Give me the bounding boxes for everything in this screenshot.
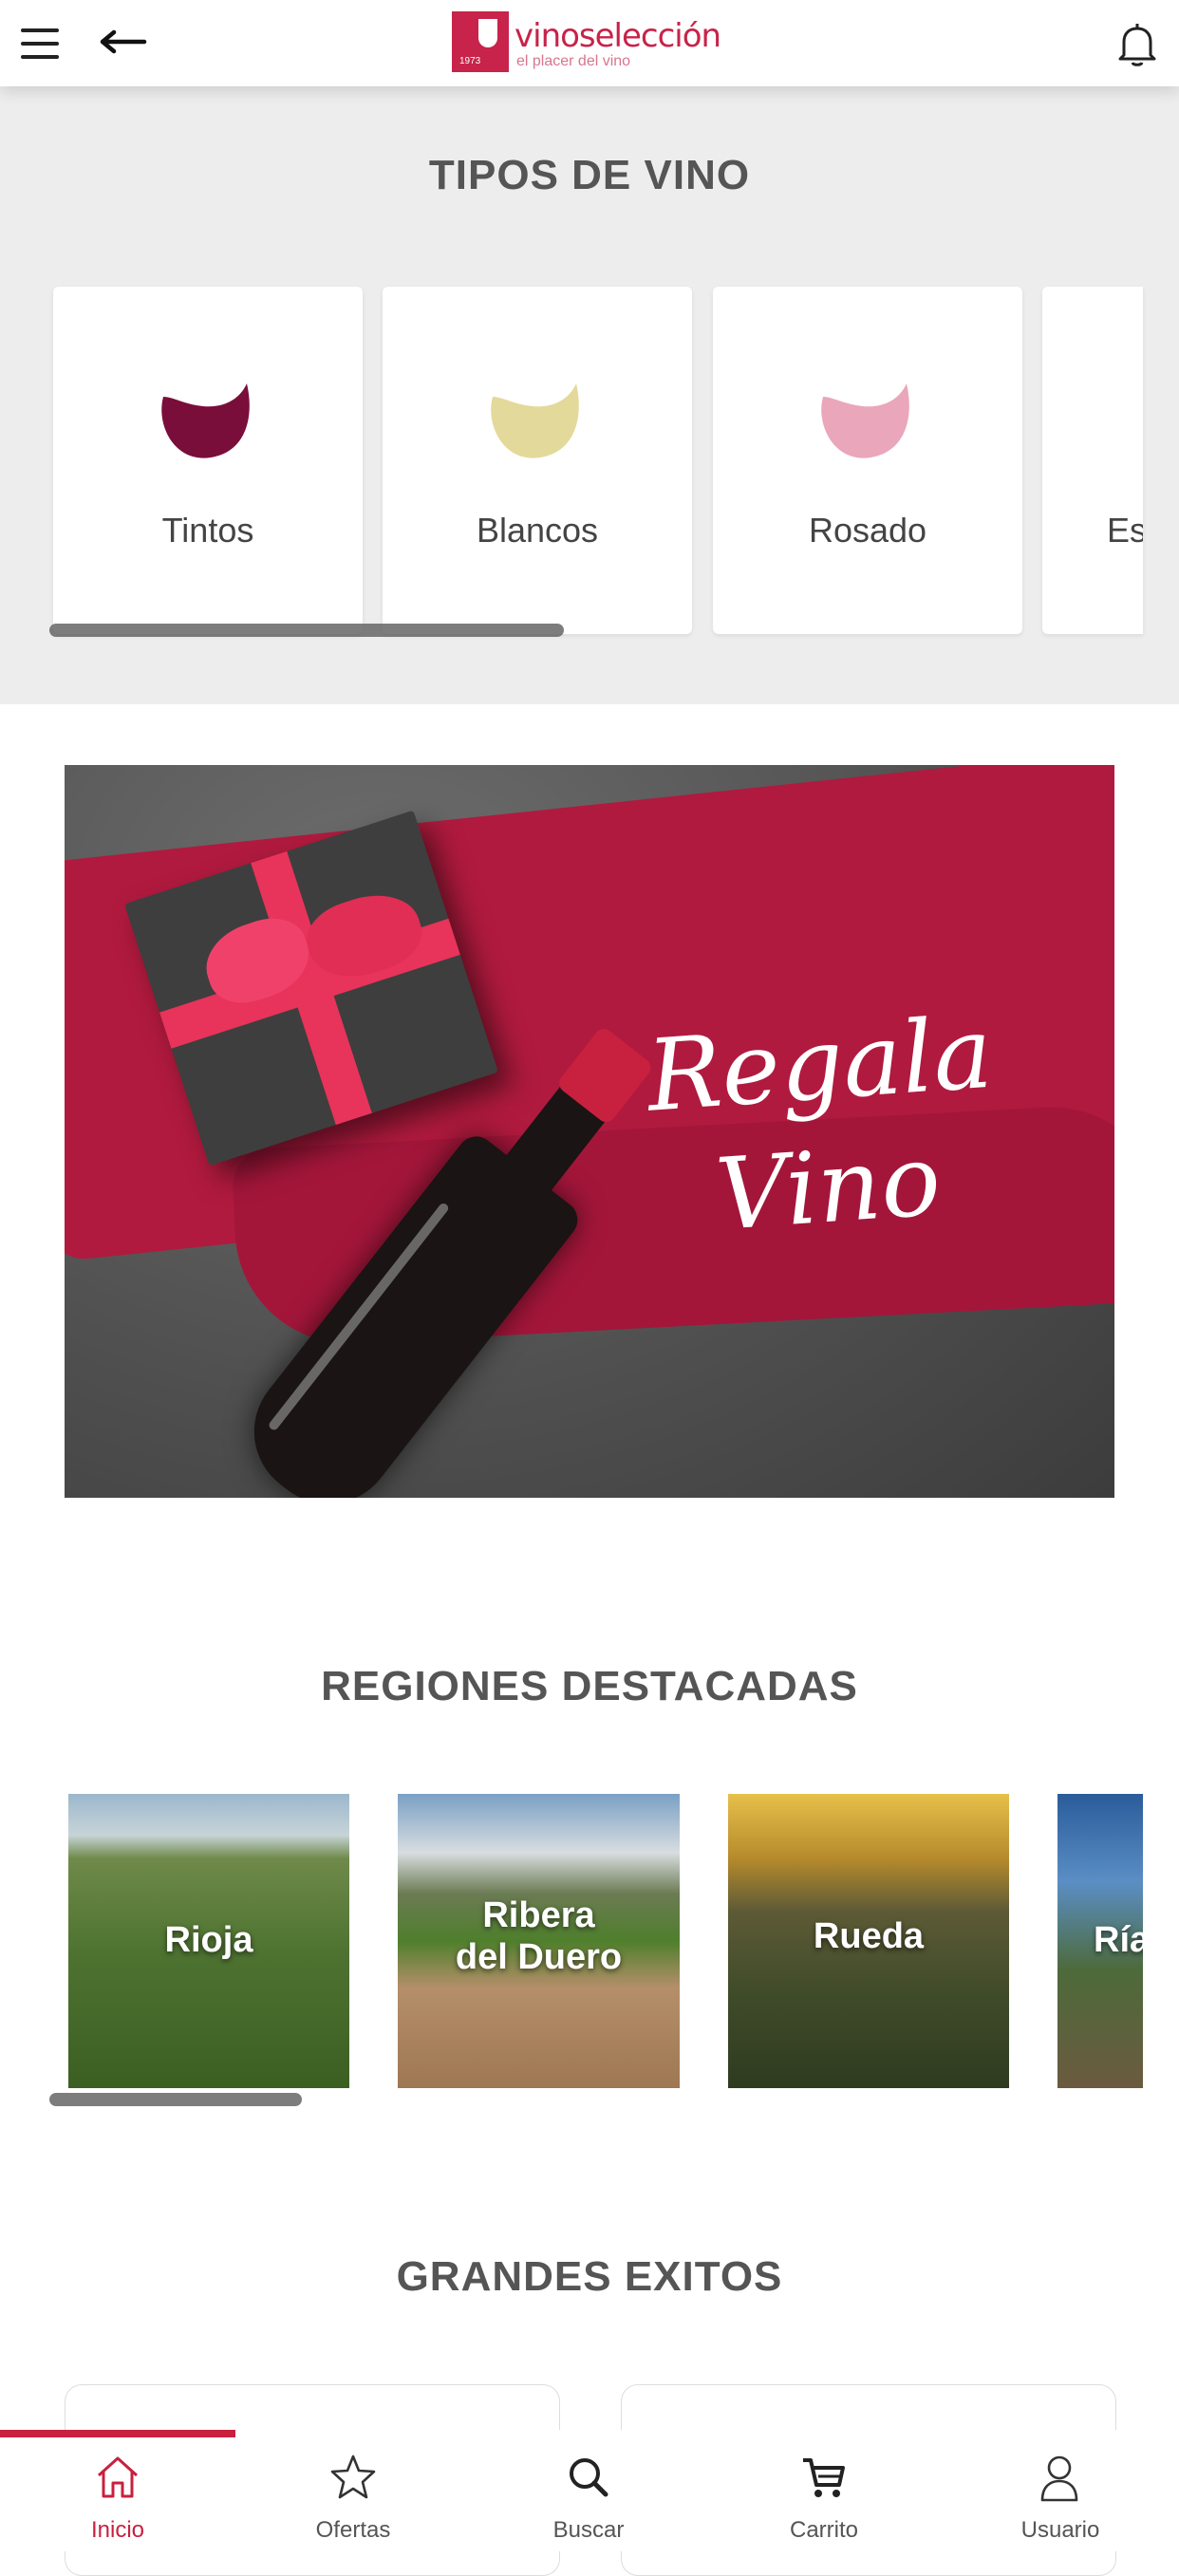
nav-label: Buscar xyxy=(552,2517,625,2543)
wine-types-scroll-indicator[interactable] xyxy=(49,624,564,637)
menu-icon[interactable] xyxy=(21,28,61,61)
back-arrow-icon[interactable] xyxy=(99,23,148,61)
region-card-ribera-del-duero[interactable]: Ribera del Duero xyxy=(398,1794,680,2088)
nav-item-inicio[interactable]: Inicio xyxy=(0,2430,235,2551)
region-label: Rioja xyxy=(164,1920,253,1960)
nav-label: Inicio xyxy=(90,2517,145,2543)
region-label-line-1: Ribera xyxy=(482,1895,595,1935)
cart-icon xyxy=(803,2458,845,2497)
nav-item-usuario[interactable]: Usuario xyxy=(942,2430,1179,2551)
nav-item-carrito[interactable]: Carrito xyxy=(706,2430,942,2551)
top-app-bar: 1973 vinoselección el placer del vino xyxy=(0,0,1179,86)
banner-headline: Regala Vino xyxy=(589,987,1060,1265)
nav-label: Ofertas xyxy=(315,2517,391,2543)
wine-drop-icon xyxy=(821,383,909,458)
nav-label: Carrito xyxy=(789,2517,858,2543)
region-card-rias-baixas[interactable]: Ría xyxy=(1057,1794,1143,2088)
star-icon xyxy=(330,2455,376,2499)
regions-title: REGIONES DESTACADAS xyxy=(321,1663,858,1709)
notification-bell-icon[interactable] xyxy=(1114,21,1160,68)
wine-types-title: TIPOS DE VINO xyxy=(428,152,751,198)
brand-logo[interactable]: 1973 vinoselección el placer del vino xyxy=(452,11,727,74)
nav-item-buscar[interactable]: Buscar xyxy=(471,2430,706,2551)
wine-drop-icon xyxy=(161,383,250,458)
logo-year: 1973 xyxy=(459,56,481,66)
wine-type-label: Rosado xyxy=(808,511,927,550)
user-icon xyxy=(1040,2455,1078,2502)
wine-drop-icon xyxy=(491,383,579,458)
region-card-rioja[interactable]: Rioja xyxy=(68,1794,349,2088)
search-icon xyxy=(570,2458,608,2497)
region-label: Ribera del Duero xyxy=(398,1895,680,1978)
logo-wordmark: vinoselección xyxy=(515,17,721,55)
wine-type-card-rosado[interactable]: Rosado xyxy=(713,287,1022,634)
wine-type-label: Tintos xyxy=(161,511,254,550)
region-card-rueda[interactable]: Rueda xyxy=(728,1794,1009,2088)
nav-item-ofertas[interactable]: Ofertas xyxy=(235,2430,471,2551)
wine-type-card-espumoso[interactable]: Es xyxy=(1042,287,1143,634)
wine-type-card-blancos[interactable]: Blancos xyxy=(383,287,692,634)
gift-wine-banner[interactable]: Regala Vino xyxy=(65,765,1114,1498)
nav-label: Usuario xyxy=(1020,2517,1100,2543)
logo-mark: 1973 xyxy=(452,11,509,72)
wine-type-card-tintos[interactable]: Tintos xyxy=(53,287,363,634)
region-label-line-2: del Duero xyxy=(455,1937,623,1977)
home-icon xyxy=(97,2456,139,2498)
wine-type-label: Es xyxy=(1107,511,1143,550)
region-label: Ría xyxy=(1094,1920,1143,1960)
bottom-navigation: Inicio Ofertas Buscar Carrito Usuario xyxy=(0,2430,1179,2551)
logo-tagline: el placer del vino xyxy=(516,53,631,69)
regions-scroll-indicator[interactable] xyxy=(49,2093,302,2106)
region-label: Rueda xyxy=(813,1916,925,1956)
bestsellers-title: GRANDES EXITOS xyxy=(396,2253,783,2300)
wine-type-label: Blancos xyxy=(476,511,599,550)
